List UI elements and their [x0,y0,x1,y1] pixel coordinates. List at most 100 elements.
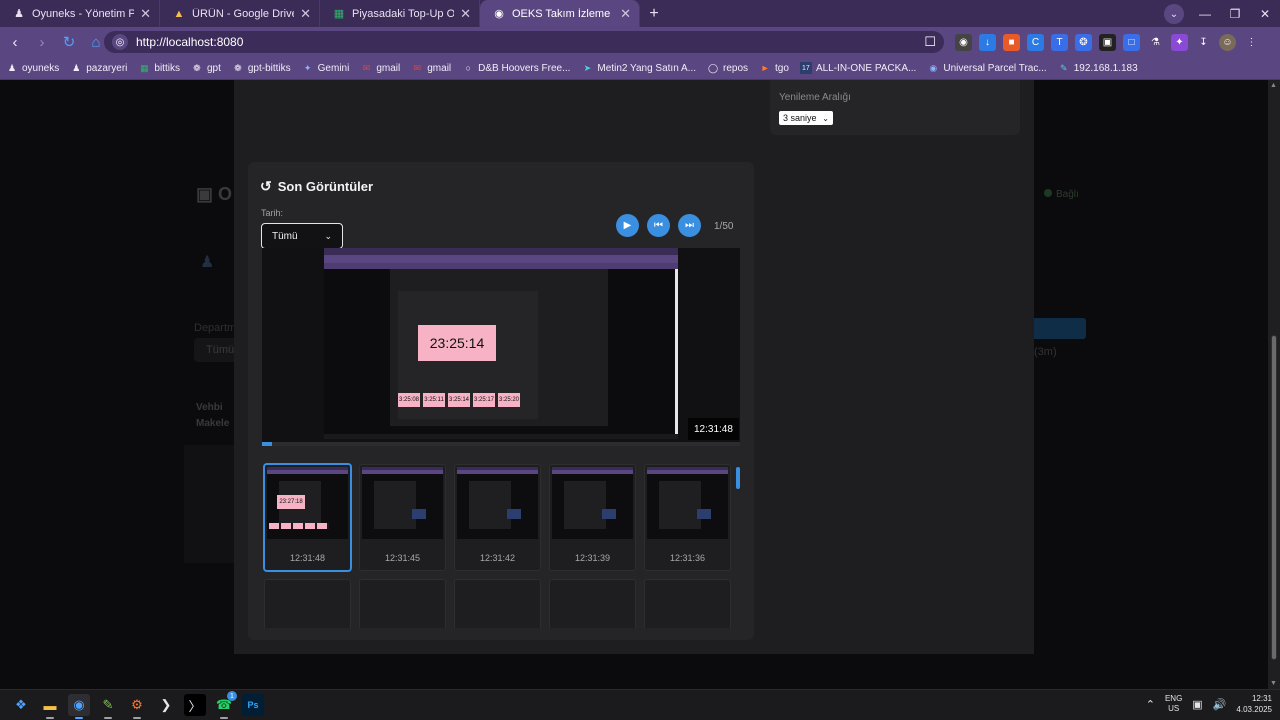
screenshot-viewer[interactable]: 23:25:14 3:25:08 3:25:11 3:25:14 3:25:17… [262,248,740,446]
history-icon: ↺ [260,178,272,194]
bookmark-item[interactable]: ❁ gpt-bittiks [232,62,291,74]
lab-icon[interactable]: ⚗ [1147,34,1164,51]
downloads-icon[interactable]: ↧ [1195,34,1212,51]
terminal-icon[interactable]: 〉 [184,694,206,716]
tab-sheets[interactable]: ▦ Piyasadaki Top-Up Oyunlar ID ✕ [320,0,480,27]
bookmark-item[interactable]: ✉ gmail [411,62,451,74]
background-panel [184,445,236,563]
bookmark-icon[interactable]: ☐ [924,34,936,50]
close-icon[interactable]: ✕ [460,6,471,22]
language-indicator[interactable]: ENG US [1165,694,1182,714]
preview-thumb: 3:25:17 [473,393,495,407]
bookmark-item[interactable]: 17 ALL-IN-ONE PACKA... [799,62,916,74]
bookmark-item[interactable]: ◯ repos [707,62,748,74]
gallery-scrollbar[interactable] [734,462,742,628]
extension-icon[interactable]: ✦ [1171,34,1188,51]
bookmark-item[interactable]: ► tgo [759,62,789,74]
app-icon[interactable]: ⚙ [126,694,148,719]
language-region: US [1168,704,1180,713]
bookmark-item[interactable]: ○ D&B Hoovers Free... [462,62,570,74]
employee-subtitle: Makele [196,418,230,429]
bookmark-item[interactable]: ▦ bittiks [138,62,180,74]
browser-icon[interactable]: ◉ [68,694,90,719]
thumbnail-item[interactable]: 12:31:36 [644,464,731,571]
gallery-scroll-thumb[interactable] [736,467,740,489]
next-button[interactable]: ⏭ [678,214,701,237]
network-icon[interactable]: ▣ [1192,698,1202,711]
site-info-icon[interactable]: ◎ [112,34,128,50]
page-scrollbar[interactable]: ▲ ▼ [1268,80,1280,689]
refresh-interval-select[interactable]: 3 saniye ⌄ [779,111,833,125]
menu-icon[interactable]: ⋮ [1243,34,1260,51]
previous-button[interactable]: ⏮ [647,214,670,237]
bookmark-item[interactable]: ♟ pazaryeri [70,62,127,74]
thumbnail-item[interactable] [264,579,351,628]
close-icon[interactable]: ✕ [140,6,151,22]
thumbnail-item[interactable] [359,579,446,628]
drive-icon: ▲ [173,7,185,20]
play-button[interactable]: ▶ [616,214,639,237]
close-icon[interactable]: ✕ [300,6,311,22]
minimize-icon[interactable]: — [1190,0,1220,27]
bookmark-item[interactable]: ➤ Metin2 Yang Satın A... [581,62,696,74]
tab-drive[interactable]: ▲ ÜRÜN - Google Drive ✕ [160,0,320,27]
tab-oeks[interactable]: ◉ OEKS Takım İzleme Paneli ✕ [480,0,640,27]
extension-icon[interactable]: C [1027,34,1044,51]
globe-icon: ◉ [494,8,504,20]
scroll-down-icon[interactable]: ▼ [1270,680,1277,687]
restore-icon[interactable]: ❐ [1220,0,1250,27]
back-icon[interactable]: ‹ [3,30,27,54]
thumbnail-item[interactable]: 12:31:42 [454,464,541,571]
card-title: ↺ Son Görüntüler [260,178,373,195]
file-explorer-icon[interactable]: ▬ [39,694,61,719]
thumbnail-image [647,467,728,539]
volume-icon[interactable]: 🔊 [1213,698,1227,711]
thumbnail-part [552,470,633,474]
address-bar[interactable]: ◎ http://localhost:8080 ☐ [104,31,944,53]
thumbnail-part [602,509,616,519]
page-scroll-thumb[interactable] [1271,335,1277,660]
extension-icon[interactable]: □ [1123,34,1140,51]
thumbnail-item[interactable] [644,579,731,628]
camera-extension-icon[interactable]: ◉ [955,34,972,51]
thumbnail-item[interactable]: 23:27:18 12:31:48 [264,464,351,571]
modal-dialog: Yenileme Aralığı 3 saniye ⌄ ↺ Son Görünt… [234,80,1034,654]
clock[interactable]: 12:31 4.03.2025 [1236,693,1272,715]
thumbnail-item[interactable]: 12:31:39 [549,464,636,571]
thumbnail-clock: 23:27:18 [277,495,305,509]
date-filter-select[interactable]: Tümü ⌄ [261,223,343,249]
scroll-up-icon[interactable]: ▲ [1270,82,1277,89]
reload-icon[interactable]: ↻ [57,30,81,54]
extension-icon[interactable]: ❂ [1075,34,1092,51]
thumbnail-item[interactable] [549,579,636,628]
thumbnail-item[interactable]: 12:31:45 [359,464,446,571]
chevron-up-icon[interactable]: ⌃ [1146,698,1155,711]
playback-progress[interactable] [262,442,740,446]
close-icon[interactable]: ✕ [620,6,631,22]
download-extension-icon[interactable]: ↓ [979,34,996,51]
notepad-icon[interactable]: ✎ [97,694,119,719]
bookmark-item[interactable]: ♟ oyuneks [6,62,59,74]
extension-icon[interactable]: ▣ [1099,34,1116,51]
bookmark-item[interactable]: ◉ Universal Parcel Trac... [927,62,1046,74]
profile-avatar[interactable]: ☺ [1219,34,1236,51]
terminal-icon[interactable]: ❯ [155,694,177,716]
extension-icon[interactable]: T [1051,34,1068,51]
whatsapp-icon[interactable]: ☎ 1 [213,691,237,719]
pen-icon: ✎ [1059,62,1068,73]
windows-start-icon[interactable]: ❖ [10,694,32,716]
tab-search-button[interactable]: ⌄ [1164,4,1184,24]
bookmark-item[interactable]: ✉ gmail [360,62,401,74]
arrow-icon: ➤ [583,62,592,73]
bookmark-item[interactable]: ✦ Gemini [302,62,349,74]
new-tab-button[interactable]: + [640,0,668,27]
close-window-icon[interactable]: ✕ [1250,0,1280,27]
tab-oyuneks[interactable]: ♟ Oyuneks - Yönetim Paneli ✕ [0,0,160,27]
photoshop-icon[interactable]: Ps [242,694,264,716]
forward-icon[interactable]: › [30,30,54,54]
running-indicator [46,717,54,719]
bookmark-item[interactable]: ❁ gpt [191,62,221,74]
bookmark-item[interactable]: ✎ 192.168.1.183 [1058,62,1138,74]
extension-icon[interactable]: ■ [1003,34,1020,51]
thumbnail-item[interactable] [454,579,541,628]
